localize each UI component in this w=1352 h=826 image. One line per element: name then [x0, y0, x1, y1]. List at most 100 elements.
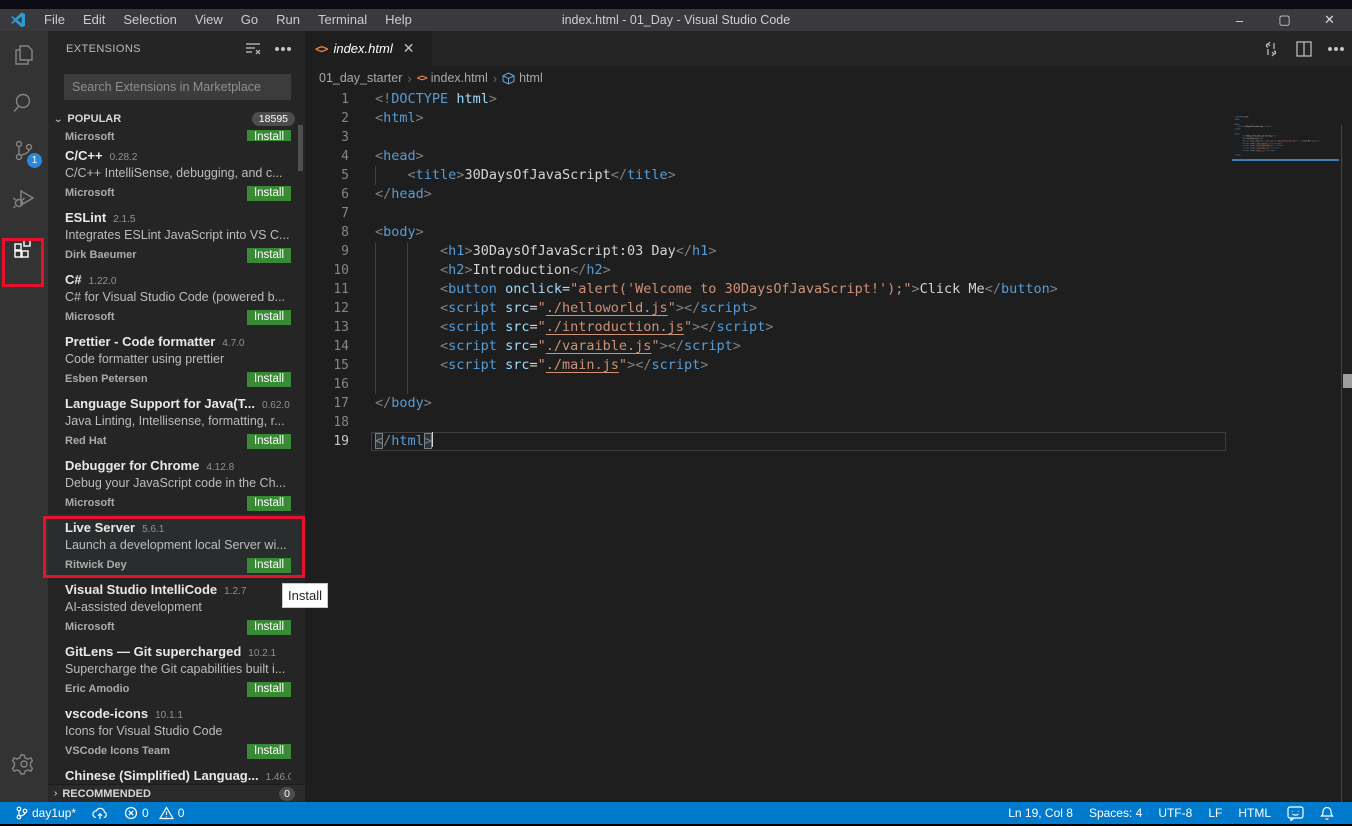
extension-item[interactable]: C#1.22.0C# for Visual Studio Code (power…	[48, 266, 305, 328]
install-button[interactable]: Install	[247, 310, 291, 325]
sync-changes-button[interactable]	[84, 802, 116, 824]
sidebar-item-run-debug[interactable]	[0, 175, 48, 223]
search-extensions-box[interactable]	[64, 74, 291, 100]
menu-file[interactable]: File	[35, 9, 74, 31]
install-button[interactable]: Install	[247, 372, 291, 387]
chevron-right-icon: ›	[54, 788, 58, 799]
editor-actions	[1262, 31, 1344, 66]
install-button[interactable]: Install	[247, 744, 291, 759]
more-actions-icon[interactable]	[275, 47, 291, 51]
tab-bar: <> index.html ✕	[305, 31, 1352, 66]
install-button[interactable]: Install	[247, 434, 291, 449]
breadcrumb-item-html[interactable]: html	[502, 71, 543, 85]
status-encoding[interactable]: UTF-8	[1150, 802, 1200, 824]
scm-changes-badge: 1	[27, 153, 42, 168]
sidebar-item-source-control[interactable]: 1	[0, 127, 48, 175]
branch-icon	[16, 806, 28, 820]
tab-index-html[interactable]: <> index.html ✕	[305, 31, 432, 66]
extension-item[interactable]: Prettier - Code formatter4.7.0Code forma…	[48, 328, 305, 390]
code-line	[305, 413, 1225, 432]
install-button[interactable]: Install	[247, 496, 291, 511]
gear-icon	[11, 751, 37, 777]
extension-description: Integrates ESLint JavaScript into VS C..…	[65, 228, 291, 246]
scrollbar-marker[interactable]	[1343, 374, 1352, 388]
extension-item[interactable]: Language Support for Java(T...0.62.0Java…	[48, 390, 305, 452]
code-editor[interactable]: 12345678910111213141516171819 <!DOCTYPE …	[305, 90, 1352, 802]
code-line	[305, 375, 1225, 394]
extension-item[interactable]: C/C++0.28.2C/C++ IntelliSense, debugging…	[48, 142, 305, 204]
extension-author: Microsoft	[65, 497, 115, 509]
title-bar: FileEditSelectionViewGoRunTerminalHelp i…	[0, 9, 1352, 31]
menu-selection[interactable]: Selection	[114, 9, 185, 31]
menu-go[interactable]: Go	[232, 9, 267, 31]
run-debug-icon	[11, 186, 37, 212]
bell-icon	[1320, 806, 1334, 821]
editor-group: <> index.html ✕ 01_day_starter›<>index.h…	[305, 31, 1352, 802]
extension-author: Microsoft	[65, 187, 115, 199]
install-button[interactable]: Install	[247, 130, 291, 142]
extension-version: 1.46.0	[266, 772, 291, 783]
install-button[interactable]: Install	[247, 620, 291, 635]
extensions-icon	[11, 234, 37, 260]
extension-name: C#	[65, 272, 82, 287]
close-button[interactable]: ✕	[1307, 9, 1352, 31]
manage-settings-button[interactable]	[0, 740, 48, 788]
extension-name: Live Server	[65, 520, 135, 535]
clear-filter-icon[interactable]	[245, 42, 261, 56]
extension-item[interactable]: vscode-icons10.1.1Icons for Visual Studi…	[48, 700, 305, 762]
status-eol[interactable]: LF	[1200, 802, 1230, 824]
extension-item[interactable]: ESLint2.1.5Integrates ESLint JavaScript …	[48, 204, 305, 266]
split-editor-icon[interactable]	[1296, 41, 1312, 57]
menu-run[interactable]: Run	[267, 9, 309, 31]
sidebar-item-search[interactable]	[0, 79, 48, 127]
section-popular[interactable]: ⌄ POPULAR 18595	[48, 110, 305, 128]
install-button[interactable]: Install	[247, 558, 291, 573]
open-changes-icon[interactable]	[1262, 40, 1280, 58]
extension-item[interactable]: Debugger for Chrome4.12.8Debug your Java…	[48, 452, 305, 514]
section-recommended[interactable]: › RECOMMENDED 0	[48, 784, 305, 802]
code-line: <head>	[305, 147, 1225, 166]
status-language-mode[interactable]: HTML	[1230, 802, 1279, 824]
menu-help[interactable]: Help	[376, 9, 421, 31]
panel-header: EXTENSIONS	[48, 31, 305, 66]
install-button[interactable]: Install	[247, 682, 291, 697]
minimap[interactable]: <!DOCTYPE html><html><head> <title>30Day…	[1232, 116, 1341, 826]
search-extensions-input[interactable]	[64, 80, 291, 94]
indent-guide	[407, 375, 408, 394]
install-button[interactable]: Install	[247, 186, 291, 201]
extension-description: C/C++ IntelliSense, debugging, and c...	[65, 166, 291, 184]
install-button[interactable]: Install	[247, 248, 291, 263]
extension-name: Language Support for Java(T...	[65, 396, 255, 411]
more-actions-icon[interactable]	[1328, 47, 1344, 51]
problems-indicator[interactable]: 0 0	[116, 802, 192, 824]
extension-item[interactable]: GitLens — Git supercharged10.2.1Supercha…	[48, 638, 305, 700]
menu-edit[interactable]: Edit	[74, 9, 114, 31]
extension-item[interactable]: Live Server5.6.1Launch a development loc…	[48, 514, 305, 576]
feedback-button[interactable]	[1279, 802, 1312, 824]
extension-name: vscode-icons	[65, 706, 148, 721]
minimize-button[interactable]: –	[1217, 9, 1262, 31]
window-controls: – ▢ ✕	[1217, 9, 1352, 31]
extension-description: Code formatter using prettier	[65, 352, 291, 370]
menu-view[interactable]: View	[186, 9, 232, 31]
status-cursor-position[interactable]: Ln 19, Col 8	[1000, 802, 1081, 824]
status-indentation[interactable]: Spaces: 4	[1081, 802, 1150, 824]
extension-version: 2.1.5	[113, 214, 135, 225]
maximize-button[interactable]: ▢	[1262, 9, 1307, 31]
breadcrumb-item-index.html[interactable]: <>index.html	[417, 71, 488, 85]
minimap-current-line	[1232, 159, 1339, 161]
files-icon	[11, 42, 37, 68]
tab-close-icon[interactable]: ✕	[403, 40, 415, 57]
extension-item[interactable]: Visual Studio IntelliCode1.2.7AI-assiste…	[48, 576, 305, 638]
sidebar-scrollbar[interactable]	[298, 125, 303, 171]
extension-author: VSCode Icons Team	[65, 745, 170, 757]
extension-description: Java Linting, Intellisense, formatting, …	[65, 414, 291, 432]
vscode-logo-icon	[9, 12, 27, 28]
sidebar-item-explorer[interactable]	[0, 31, 48, 79]
breadcrumb-item-01_day_starter[interactable]: 01_day_starter	[319, 71, 402, 85]
menu-terminal[interactable]: Terminal	[309, 9, 376, 31]
extension-item[interactable]: Chinese (Simplified) Languag...1.46.0	[48, 762, 305, 784]
sidebar-item-extensions[interactable]	[0, 223, 48, 271]
notifications-bell[interactable]	[1312, 802, 1342, 824]
git-branch-indicator[interactable]: day1up*	[8, 802, 84, 824]
